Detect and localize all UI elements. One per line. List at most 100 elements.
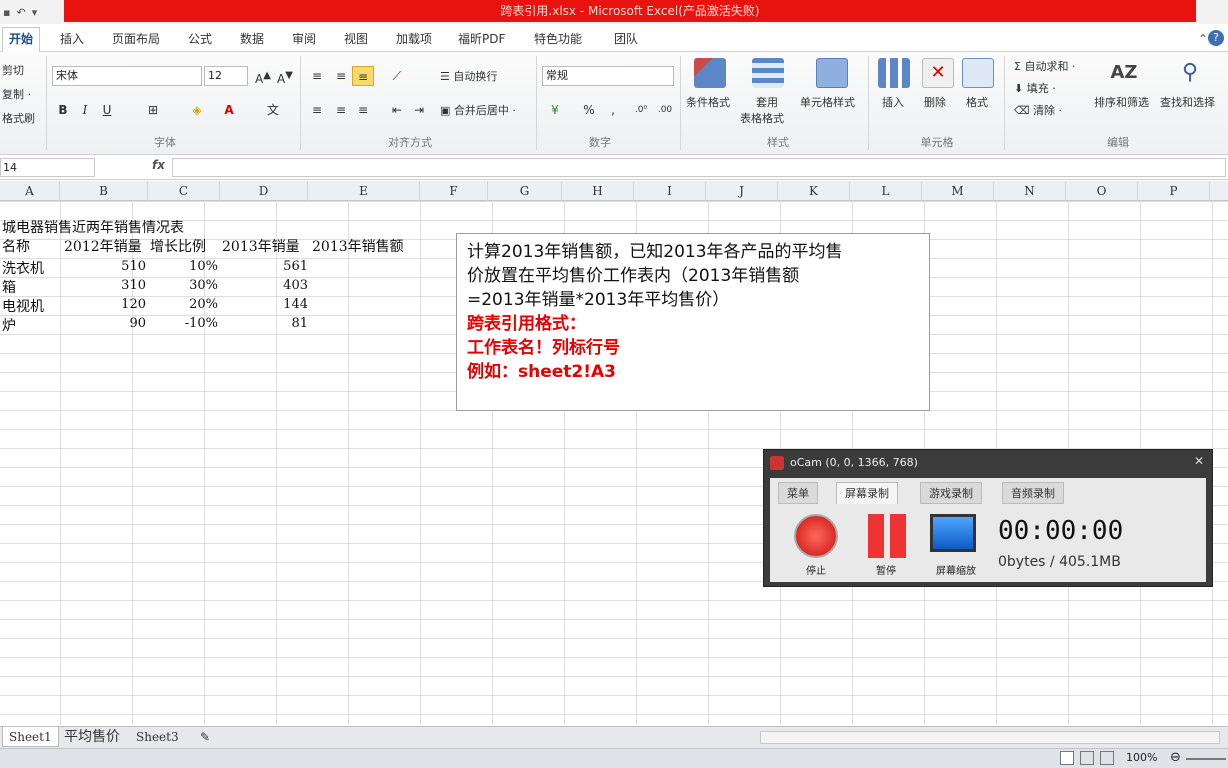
- tab-page-layout[interactable]: 页面布局: [106, 28, 166, 50]
- pause-icon[interactable]: [868, 514, 884, 558]
- sort-filter-icon[interactable]: AZ: [1108, 58, 1140, 88]
- underline-icon[interactable]: U: [96, 100, 118, 120]
- monitor-icon[interactable]: [930, 514, 976, 552]
- column-header[interactable]: H: [562, 181, 634, 201]
- column-header[interactable]: J: [706, 181, 778, 201]
- align-top-icon[interactable]: ≡: [306, 66, 328, 86]
- header-cell[interactable]: 增长比例: [150, 236, 206, 256]
- header-cell[interactable]: 2012年销量: [64, 236, 142, 256]
- new-sheet-icon[interactable]: ✎: [194, 727, 216, 747]
- tab-home[interactable]: 开始: [2, 27, 41, 53]
- table-format-icon[interactable]: [752, 58, 784, 88]
- bold-icon[interactable]: B: [52, 100, 74, 120]
- sheet-tab-avg-price[interactable]: 平均售价: [58, 727, 126, 747]
- sort-filter-button[interactable]: 排序和筛选: [1094, 94, 1149, 110]
- column-header[interactable]: D: [220, 181, 308, 201]
- align-left-icon[interactable]: ≡: [306, 100, 328, 120]
- fill-button[interactable]: ⬇ 填充 ·: [1014, 80, 1056, 96]
- tab-features[interactable]: 特色功能: [528, 28, 588, 50]
- sheet-tab-sheet1[interactable]: Sheet1: [2, 727, 59, 747]
- sheet-tab-sheet3[interactable]: Sheet3: [130, 727, 185, 747]
- header-cell[interactable]: 名称: [2, 236, 30, 256]
- help-icon[interactable]: ?: [1208, 30, 1224, 46]
- tab-view[interactable]: 视图: [338, 28, 374, 50]
- value-cell[interactable]: 510: [60, 259, 146, 274]
- merge-center-button[interactable]: ▣ 合并后居中 ·: [440, 102, 516, 118]
- column-header[interactable]: C: [148, 181, 220, 201]
- zoom-level[interactable]: 100%: [1126, 751, 1157, 764]
- column-header[interactable]: L: [850, 181, 922, 201]
- screen-zoom-button[interactable]: 屏幕缩放: [934, 562, 978, 577]
- column-header[interactable]: B: [60, 181, 148, 201]
- insert-cells-icon[interactable]: [878, 58, 910, 88]
- tab-review[interactable]: 审阅: [286, 28, 322, 50]
- customize-icon[interactable]: ▾: [32, 6, 38, 19]
- pause-icon[interactable]: [890, 514, 906, 558]
- align-right-icon[interactable]: ≡: [352, 100, 374, 120]
- percent-icon[interactable]: %: [578, 100, 600, 120]
- product-cell[interactable]: 洗衣机: [2, 258, 44, 278]
- copy-button[interactable]: 复制 ·: [2, 86, 31, 102]
- font-size-select[interactable]: 12: [204, 66, 248, 86]
- fill-color-icon[interactable]: ◈: [186, 100, 208, 120]
- italic-icon[interactable]: I: [74, 100, 96, 120]
- increase-decimal-icon[interactable]: .0⁰: [630, 100, 652, 120]
- normal-view-icon[interactable]: [1060, 751, 1074, 765]
- product-cell[interactable]: 炉: [2, 315, 16, 335]
- value-cell[interactable]: 310: [60, 278, 146, 293]
- number-format-select[interactable]: 常规: [542, 66, 674, 86]
- increase-indent-icon[interactable]: ⇥: [408, 100, 430, 120]
- orientation-icon[interactable]: ⟋: [386, 66, 408, 86]
- column-header[interactable]: N: [994, 181, 1066, 201]
- delete-cells-button[interactable]: 删除: [924, 94, 946, 110]
- column-header[interactable]: F: [420, 181, 488, 201]
- horizontal-scrollbar[interactable]: [760, 731, 1220, 744]
- delete-cells-icon[interactable]: ✕: [922, 58, 954, 88]
- tab-insert[interactable]: 插入: [54, 28, 90, 50]
- comma-icon[interactable]: ,: [602, 100, 624, 120]
- product-cell[interactable]: 电视机: [2, 296, 44, 316]
- format-cells-button[interactable]: 格式: [966, 94, 988, 110]
- cut-button[interactable]: 剪切: [2, 62, 24, 78]
- conditional-format-icon[interactable]: [694, 58, 726, 88]
- border-icon[interactable]: ⊞: [142, 100, 164, 120]
- ocam-tab-game[interactable]: 游戏录制: [920, 482, 982, 504]
- table-format-label-1[interactable]: 套用: [756, 94, 778, 110]
- align-center-icon[interactable]: ≡: [330, 100, 352, 120]
- column-header[interactable]: K: [778, 181, 850, 201]
- font-name-select[interactable]: 宋体: [52, 66, 202, 86]
- column-header[interactable]: G: [488, 181, 562, 201]
- name-box[interactable]: 14: [0, 158, 95, 177]
- cell-style-button[interactable]: 单元格样式: [800, 94, 855, 110]
- tab-data[interactable]: 数据: [234, 28, 270, 50]
- close-icon[interactable]: ✕: [1194, 454, 1204, 468]
- sheet-title-cell[interactable]: 城电器销售近两年销售情况表: [2, 217, 184, 237]
- align-bottom-icon[interactable]: ≡: [352, 66, 374, 86]
- decrease-indent-icon[interactable]: ⇤: [386, 100, 408, 120]
- currency-icon[interactable]: ¥: [544, 100, 566, 120]
- insert-function-icon[interactable]: fx: [152, 158, 165, 172]
- page-layout-view-icon[interactable]: [1080, 751, 1094, 765]
- value-cell[interactable]: 81: [220, 316, 308, 331]
- value-cell[interactable]: 120: [60, 297, 146, 312]
- grow-font-icon[interactable]: A▲: [252, 66, 274, 86]
- cell-style-icon[interactable]: [816, 58, 848, 88]
- save-icon[interactable]: ▪: [3, 6, 10, 19]
- formula-input[interactable]: [172, 158, 1226, 177]
- zoom-slider[interactable]: [1186, 758, 1226, 760]
- product-cell[interactable]: 箱: [2, 277, 16, 297]
- value-cell[interactable]: 561: [220, 259, 308, 274]
- binoculars-icon[interactable]: ⚲: [1174, 58, 1206, 88]
- ocam-tab-audio[interactable]: 音频录制: [1002, 482, 1064, 504]
- format-cells-icon[interactable]: [962, 58, 994, 88]
- decrease-decimal-icon[interactable]: .00: [654, 100, 676, 120]
- phonetic-icon[interactable]: 文: [262, 100, 284, 120]
- value-cell[interactable]: 144: [220, 297, 308, 312]
- stop-button[interactable]: 停止: [796, 562, 836, 577]
- column-header[interactable]: I: [634, 181, 706, 201]
- tab-team[interactable]: 团队: [608, 28, 644, 50]
- value-cell[interactable]: 30%: [148, 278, 218, 293]
- table-format-label-2[interactable]: 表格格式: [740, 110, 784, 126]
- tab-foxit-pdf[interactable]: 福昕PDF: [452, 28, 511, 50]
- stop-icon[interactable]: [794, 514, 838, 558]
